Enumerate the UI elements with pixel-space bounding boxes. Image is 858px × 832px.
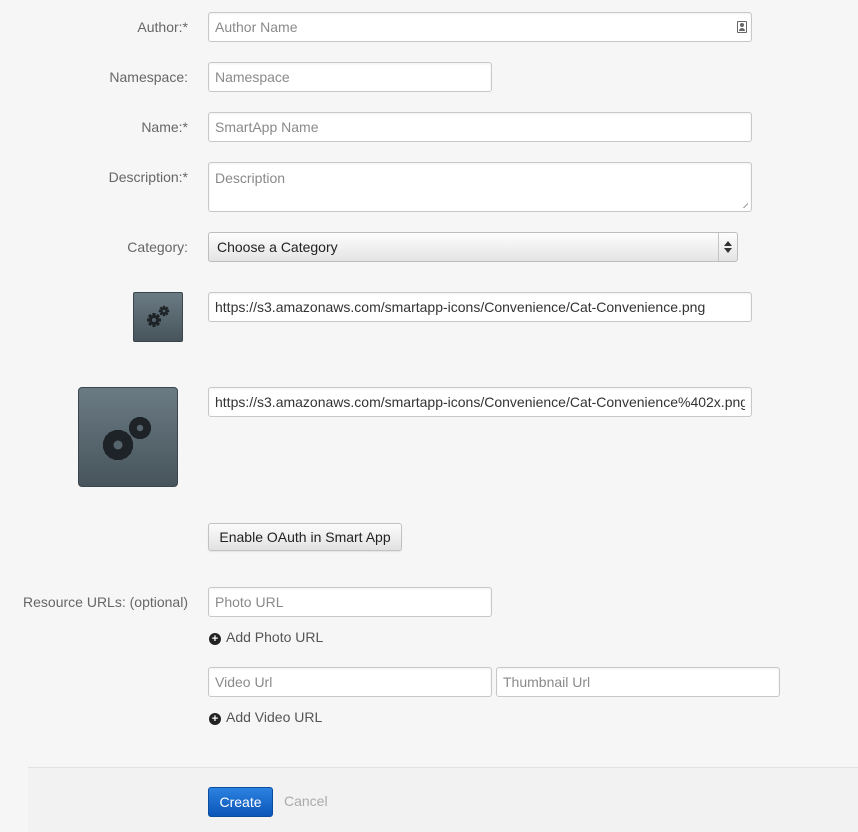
resize-handle-icon[interactable] [740,200,748,208]
thumbnail-url-input[interactable] [496,667,780,697]
plus-circle-icon: + [209,633,221,645]
plus-circle-icon: + [209,713,221,725]
footer-divider [28,767,858,768]
author-input[interactable] [208,12,752,42]
gears-icon [147,305,170,327]
cancel-link[interactable]: Cancel [284,792,328,810]
icon-url-2x-input[interactable] [208,387,752,417]
description-textarea[interactable] [208,162,752,212]
add-video-url-label: Add Video URL [226,709,323,725]
add-photo-url-label: Add Photo URL [226,629,324,645]
add-video-url-link[interactable]: + Add Video URL [209,708,322,726]
select-arrows-icon [718,233,737,261]
add-photo-url-link[interactable]: + Add Photo URL [209,628,323,646]
photo-url-input[interactable] [208,587,492,617]
category-select[interactable]: Choose a Category [208,232,738,262]
name-input[interactable] [208,112,752,142]
name-label: Name:* [141,119,188,135]
category-label: Category: [127,239,188,255]
author-label: Author:* [137,19,188,35]
video-url-input[interactable] [208,667,492,697]
contact-card-icon[interactable] [737,21,747,33]
icon-url-input[interactable] [208,292,752,322]
large-app-icon-preview [78,387,178,487]
namespace-input[interactable] [208,62,492,92]
small-app-icon-preview [133,292,183,342]
namespace-label: Namespace: [109,69,188,85]
form-footer [28,768,858,832]
description-label: Description:* [108,169,188,185]
create-button[interactable]: Create [208,787,273,817]
category-selected-value: Choose a Category [217,239,338,255]
gears-icon [102,416,152,461]
enable-oauth-button[interactable]: Enable OAuth in Smart App [208,523,402,551]
resource-urls-label: Resource URLs: (optional) [23,594,188,610]
